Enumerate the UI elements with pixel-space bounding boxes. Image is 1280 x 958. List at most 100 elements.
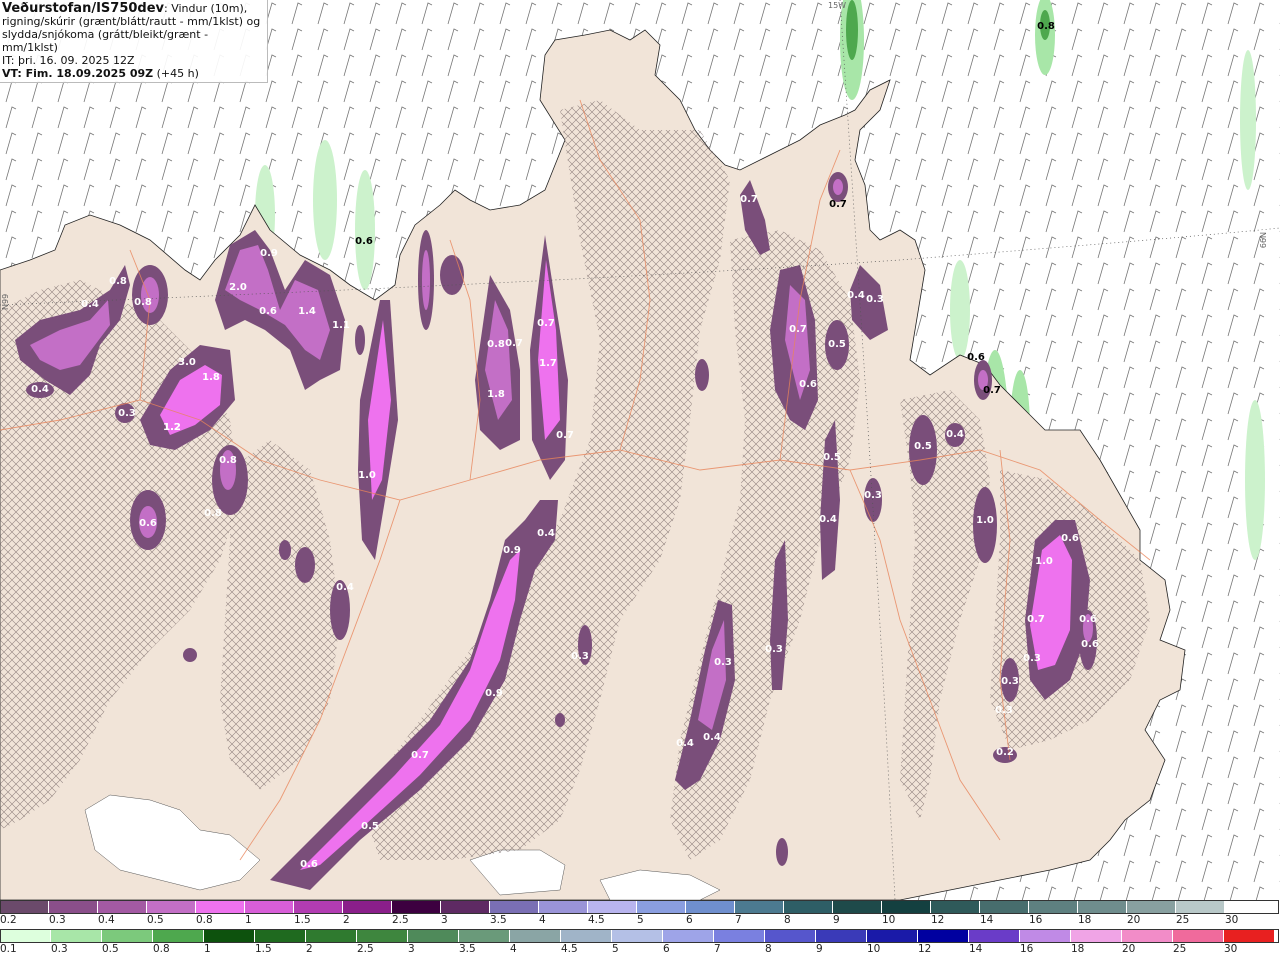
snow-value-label: 3.0 xyxy=(178,357,196,368)
colorbar_snow-swatch xyxy=(147,900,196,914)
colorbar_snow-label: 0.4 xyxy=(98,914,115,926)
colorbar_rain-swatch xyxy=(306,929,357,943)
colorbar_snow-label: 10 xyxy=(882,914,896,926)
snow-value-label: 0.9 xyxy=(503,545,521,556)
snow-value-label: 1.0 xyxy=(976,515,994,526)
lat-label-right: N99 xyxy=(1258,232,1267,248)
snow-value-label: 0.6 xyxy=(1079,614,1097,625)
colorbar_rain-swatch xyxy=(51,929,102,943)
snow-value-label: 0.7 xyxy=(556,430,574,441)
snow-value-label: 1.8 xyxy=(202,372,220,383)
snow-value-label: 1.7 xyxy=(539,358,557,369)
snow-value-label: 0.4 xyxy=(703,732,721,743)
colorbar_rain-label: 9 xyxy=(816,943,823,955)
colorbar_rain-swatch xyxy=(561,929,612,943)
header-line2: rigning/skúrir (grænt/blátt/rautt - mm/1… xyxy=(2,15,261,28)
snow-value-label: 1.0 xyxy=(1035,556,1053,567)
colorbar_snow-swatch xyxy=(343,900,392,914)
colorbar_rain-swatch xyxy=(612,929,663,943)
snow-value-label: 0.7 xyxy=(411,750,429,761)
colorbar_snow-label: 3 xyxy=(441,914,448,926)
colorbar_rain-swatch xyxy=(1224,929,1275,943)
weather-map: 15W N99 N99 0.8 0.4 0.8 2.0 0.9 0.6 1.4 1.1 3.0 1… xyxy=(0,0,1280,900)
colorbar_rain-swatch xyxy=(153,929,204,943)
colorbar_snow-swatch xyxy=(392,900,441,914)
colorbar_rain-label: 8 xyxy=(765,943,772,955)
colorbar_snow-swatch xyxy=(245,900,294,914)
snow-value-label: 0.3 xyxy=(571,651,589,662)
rain-value-label: 0.7 xyxy=(983,385,1001,396)
snow-value-label: 0.3 xyxy=(995,705,1013,716)
colorbar_snow-swatch xyxy=(735,900,784,914)
lon-label-top: 15W xyxy=(828,1,846,10)
colorbar_snow-label: 0.5 xyxy=(147,914,164,926)
header-line3: slydda/snjókoma (grátt/bleikt/grænt - mm… xyxy=(2,28,209,54)
snow-value-label: 0.8 xyxy=(109,276,127,287)
colorbar_rain-label: 0.8 xyxy=(153,943,170,955)
colorbar_rain-swatch xyxy=(1173,929,1224,943)
header-line1: : Vindur (10m), xyxy=(164,2,248,15)
snow-value-label: 0.7 xyxy=(740,194,758,205)
colorbar_rain-swatch xyxy=(1020,929,1071,943)
snow-value-label: 0.3 xyxy=(765,644,783,655)
colorbar_rain-label: 1.5 xyxy=(255,943,272,955)
colorbar_rain-swatch xyxy=(1122,929,1173,943)
colorbar_rain-label: 6 xyxy=(663,943,670,955)
snow-value-label: 0.3 xyxy=(118,408,136,419)
colorbar_rain-swatch xyxy=(765,929,816,943)
snow-value-label: 0.4 xyxy=(946,429,964,440)
colorbar_rain-label: 2.5 xyxy=(357,943,374,955)
colorbar_snow-swatch xyxy=(882,900,931,914)
snow-value-label: 0.4 xyxy=(537,528,555,539)
colorbar_snow-swatch xyxy=(588,900,637,914)
colorbar_rain-swatch xyxy=(867,929,918,943)
colorbar_rain-swatch xyxy=(816,929,867,943)
colorbar_snow-label: 25 xyxy=(1176,914,1190,926)
colorbar_snow-label: 8 xyxy=(784,914,791,926)
colorbar_snow-swatch xyxy=(539,900,588,914)
snow-value-label: 0.5 xyxy=(361,821,379,832)
colorbar_rain-label: 5 xyxy=(612,943,619,955)
snow-value-label: 0.7 xyxy=(789,324,807,335)
snow-colorbar: 0.2 0.3 0.4 0.5 0.8 1 1.5 2 2.5 3 3.5 4 4.5 5 6 7 8 9 10 12… xyxy=(0,900,1280,929)
snow-value-label: 0.4 xyxy=(676,738,694,749)
snow-value-label: 0.6 xyxy=(139,518,157,529)
snow-value-label: 0.4 xyxy=(847,290,865,301)
snow-value-label: 0.9 xyxy=(485,688,503,699)
colorbar_snow-label: 14 xyxy=(980,914,994,926)
colorbar_snow-label: 0.3 xyxy=(49,914,66,926)
colorbar_snow-label: 2.5 xyxy=(392,914,409,926)
snow-value-label: 0.6 xyxy=(259,306,277,317)
colorbar_rain-swatch xyxy=(714,929,765,943)
colorbar_snow-swatch xyxy=(833,900,882,914)
rain-value-label: 0.6 xyxy=(355,236,373,247)
colorbar_rain-label: 25 xyxy=(1173,943,1187,955)
colorbar_snow-label: 5 xyxy=(637,914,644,926)
colorbar_snow-label: 4.5 xyxy=(588,914,605,926)
colorbar_rain-label: 0.5 xyxy=(102,943,119,955)
init-time: IT: þri. 16. 09. 2025 12Z xyxy=(2,54,135,67)
snow-value-label: 0.4 xyxy=(336,582,354,593)
colorbar_snow-swatch xyxy=(196,900,245,914)
snow-value-label: 0.8 xyxy=(219,455,237,466)
colorbar_snow-label: 0.2 xyxy=(0,914,17,926)
snow-value-label: 0.3 xyxy=(866,294,884,305)
snow-value-label: 0.3 xyxy=(714,657,732,668)
snow-value-label: 0.7 xyxy=(537,318,555,329)
colorbar_snow-swatch xyxy=(294,900,343,914)
colorbar_snow-label: 1 xyxy=(245,914,252,926)
colorbar_snow-label: 0.8 xyxy=(196,914,213,926)
snow-value-label: 0.4 xyxy=(819,514,837,525)
colorbar_rain-swatch xyxy=(102,929,153,943)
rain-colorbar: 0.1 0.3 0.5 0.8 1 1.5 2 2.5 3 3.5 4 4.5 5 6 7 8 9 10 12 14 1… xyxy=(0,929,1280,958)
map-header: Veðurstofan/IS750dev: Vindur (10m), rign… xyxy=(0,0,268,83)
colorbar_snow-label: 9 xyxy=(833,914,840,926)
snow-value-label: 1.0 xyxy=(358,470,376,481)
colorbar_snow-swatch xyxy=(1127,900,1176,914)
colorbar_rain-swatch xyxy=(357,929,408,943)
colorbar_snow-label: 20 xyxy=(1127,914,1141,926)
colorbar_snow-swatch xyxy=(931,900,980,914)
colorbar_rain-swatch xyxy=(918,929,969,943)
colorbar_snow-swatch xyxy=(441,900,490,914)
colorbar_snow-label: 16 xyxy=(1029,914,1043,926)
